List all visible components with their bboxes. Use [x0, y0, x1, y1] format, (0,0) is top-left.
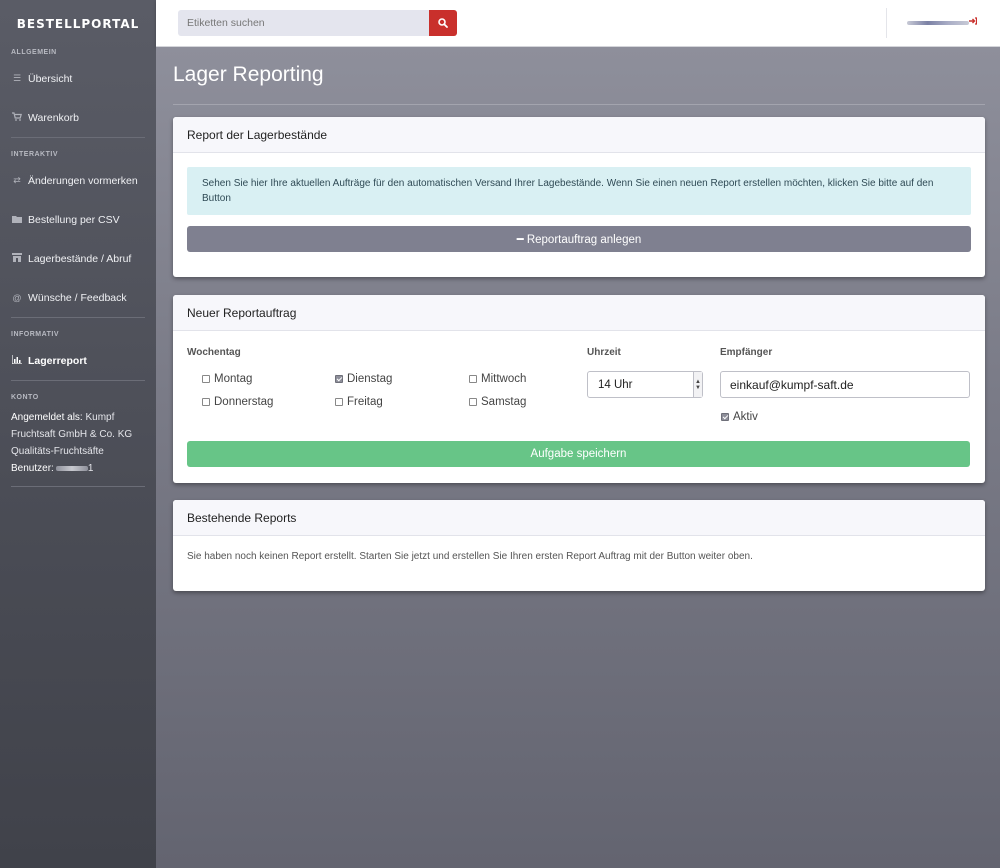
- user-label: Benutzer:: [11, 463, 54, 474]
- checkbox-montag[interactable]: Montag: [202, 373, 252, 385]
- time-label: Uhrzeit: [587, 347, 621, 358]
- create-report-button[interactable]: ━ Reportauftrag anlegen: [187, 226, 971, 252]
- main-content: Lager Reporting Report der Lagerbestände…: [156, 47, 1000, 868]
- chevron-down-icon[interactable]: ▲ ▼: [693, 372, 702, 397]
- section-label-allgemein: ALLGEMEIN: [11, 49, 57, 56]
- checkbox-label: Aktiv: [733, 411, 758, 423]
- sidebar-item-label: Übersicht: [28, 72, 73, 85]
- checkbox-freitag[interactable]: Freitag: [335, 396, 383, 408]
- checkbox-box[interactable]: [335, 398, 343, 406]
- brand-logo[interactable]: BESTELLPORTAL: [0, 0, 156, 47]
- sidebar-item-csv[interactable]: Bestellung per CSV: [0, 200, 156, 239]
- folder-icon: [11, 215, 23, 225]
- logout-icon[interactable]: [969, 17, 978, 28]
- checkbox-box[interactable]: [469, 398, 477, 406]
- card-report-title: Report der Lagerbestände: [173, 117, 985, 153]
- at-icon: @: [12, 292, 22, 303]
- sidebar-item-lager[interactable]: Lagerbestände / Abruf: [0, 239, 156, 278]
- checkbox-label: Freitag: [347, 396, 383, 408]
- sidebar-item-uebersicht[interactable]: ☰ Übersicht: [0, 59, 156, 98]
- checkbox-label: Mittwoch: [481, 373, 527, 385]
- sidebar-item-label: Bestellung per CSV: [28, 213, 120, 226]
- save-task-button[interactable]: Aufgabe speichern: [187, 441, 970, 467]
- card-new-report-title: Neuer Reportauftrag: [173, 295, 985, 331]
- company-name-3: Qualitäts-Fruchtsäfte: [11, 446, 104, 457]
- sidebar: BESTELLPORTAL ALLGEMEIN ☰ Übersicht Ware…: [0, 0, 156, 868]
- checkbox-box[interactable]: [469, 375, 477, 383]
- exchange-icon: ⇄: [13, 175, 21, 185]
- checkbox-aktiv[interactable]: Aktiv: [721, 411, 758, 423]
- page-title: Lager Reporting: [173, 63, 324, 86]
- user-suffix: 1: [87, 463, 94, 474]
- checkbox-label: Donnerstag: [214, 396, 274, 408]
- section-label-konto: KONTO: [11, 394, 39, 401]
- checkbox-label: Samstag: [481, 396, 527, 408]
- checkbox-donnerstag[interactable]: Donnerstag: [202, 396, 273, 408]
- checkbox-box[interactable]: [202, 375, 210, 383]
- redacted-username: [55, 465, 88, 471]
- card-new-report: Neuer Reportauftrag Wochentag Montag Die…: [173, 295, 985, 483]
- card-existing-reports-title: Bestehende Reports: [173, 500, 985, 536]
- section-label-interaktiv: INTERAKTIV: [11, 151, 58, 158]
- sidebar-divider: [11, 317, 145, 318]
- checkbox-dienstag[interactable]: Dienstag: [335, 373, 392, 385]
- empty-state-text: Sie haben noch keinen Report erstellt. S…: [187, 551, 753, 562]
- sidebar-item-lagerreport[interactable]: Lagerreport: [0, 341, 156, 380]
- redacted-user-name: [907, 21, 969, 25]
- sidebar-divider: [11, 380, 145, 381]
- sidebar-item-label: Warenkorb: [28, 111, 79, 124]
- weekday-label: Wochentag: [187, 347, 241, 358]
- list-icon: ☰: [12, 73, 22, 83]
- checkbox-box-checked[interactable]: [335, 375, 343, 383]
- search-icon: [438, 18, 448, 28]
- sidebar-item-feedback[interactable]: @ Wünsche / Feedback: [0, 278, 156, 317]
- company-name-1: Kumpf: [85, 412, 115, 423]
- store-icon: [11, 253, 23, 264]
- recipient-label: Empfänger: [720, 347, 773, 358]
- time-select-value: 14 Uhr: [598, 378, 633, 391]
- info-alert: Sehen Sie hier Ihre aktuellen Aufträge f…: [187, 167, 971, 215]
- sidebar-divider: [11, 486, 145, 487]
- card-existing-reports: Bestehende Reports Sie haben noch keinen…: [173, 500, 985, 591]
- sidebar-item-label: Änderungen vormerken: [28, 174, 138, 187]
- checkbox-box-checked[interactable]: [721, 413, 729, 421]
- checkbox-box[interactable]: [202, 398, 210, 406]
- checkbox-label: Dienstag: [347, 373, 393, 385]
- account-info: Angemeldet als: Kumpf Fruchtsaft GmbH & …: [0, 404, 156, 477]
- logged-in-label: Angemeldet als:: [11, 412, 83, 423]
- title-divider: [173, 104, 985, 105]
- cart-icon: [11, 112, 23, 123]
- search-input[interactable]: [178, 10, 429, 36]
- topbar: [156, 0, 1000, 47]
- sidebar-item-label: Wünsche / Feedback: [28, 291, 127, 304]
- checkbox-label: Montag: [214, 373, 253, 385]
- bar-chart-icon: [11, 355, 23, 366]
- section-label-informativ: INFORMATIV: [11, 331, 60, 338]
- company-name-2: Fruchtsaft GmbH & Co. KG: [11, 429, 133, 440]
- sidebar-item-warenkorb[interactable]: Warenkorb: [0, 98, 156, 137]
- sidebar-item-aenderungen[interactable]: ⇄ Änderungen vormerken: [0, 161, 156, 200]
- sidebar-item-label: Lagerreport: [28, 354, 87, 367]
- card-report: Report der Lagerbestände Sehen Sie hier …: [173, 117, 985, 277]
- checkbox-mittwoch[interactable]: Mittwoch: [469, 373, 526, 385]
- checkbox-samstag[interactable]: Samstag: [469, 396, 526, 408]
- sidebar-divider: [11, 137, 145, 138]
- time-select[interactable]: 14 Uhr ▲ ▼: [587, 371, 703, 398]
- sidebar-item-label: Lagerbestände / Abruf: [28, 252, 132, 265]
- user-menu[interactable]: [886, 8, 1000, 38]
- search-button[interactable]: [429, 10, 457, 36]
- recipient-email-input[interactable]: [720, 371, 970, 398]
